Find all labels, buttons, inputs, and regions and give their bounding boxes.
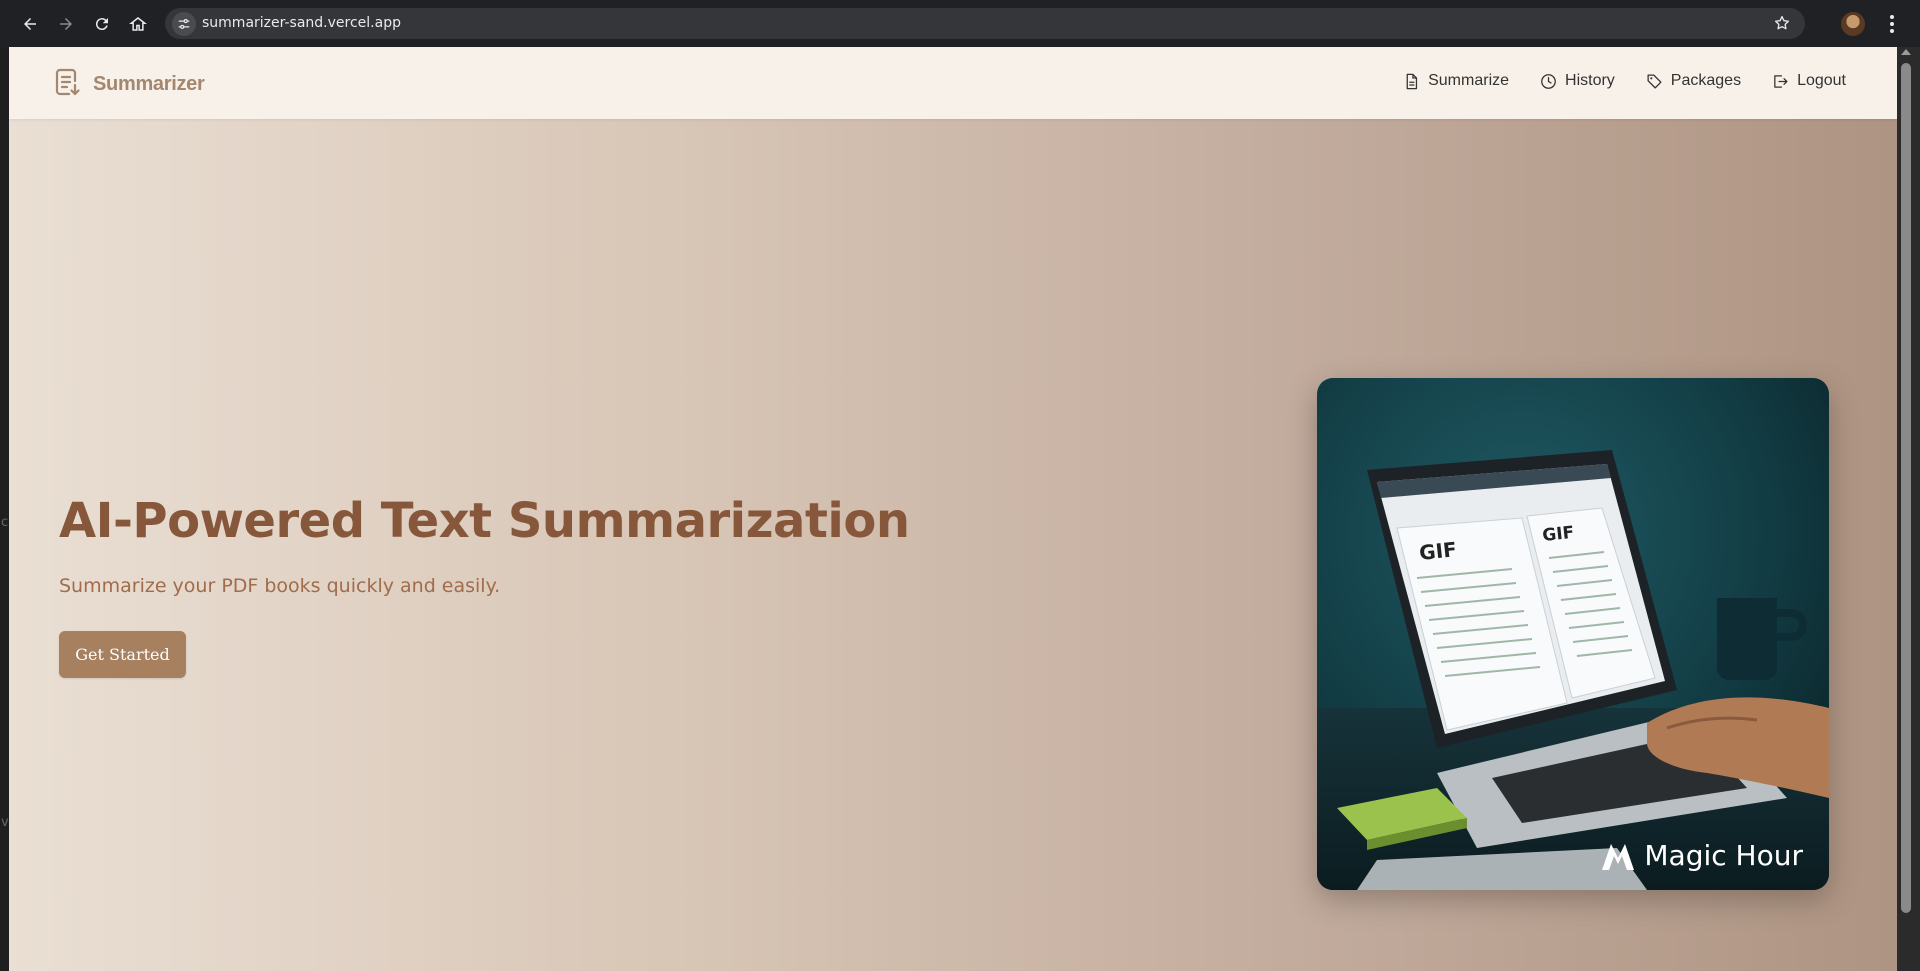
nav-packages-label: Packages (1670, 72, 1742, 89)
edge-char: v (1, 815, 9, 830)
address-bar[interactable]: summarizer-sand.vercel.app (165, 8, 1805, 39)
laptop-illustration: GIF GIF (1317, 378, 1829, 890)
screen-label: GIF (1418, 537, 1458, 565)
nav-summarize[interactable]: Summarize (1403, 72, 1509, 90)
site-info-icon[interactable] (172, 12, 196, 36)
browser-toolbar: summarizer-sand.vercel.app (0, 0, 1920, 47)
hero-section: AI-Powered Text Summarization Summarize … (9, 119, 1897, 971)
watermark-text: Magic Hour (1644, 839, 1803, 872)
page-scrollbar[interactable] (1897, 47, 1920, 971)
nav-packages[interactable]: Packages (1646, 72, 1741, 90)
document-download-icon (53, 67, 83, 102)
magic-hour-logo-icon (1602, 843, 1635, 870)
back-button[interactable] (15, 9, 45, 39)
forward-button[interactable] (51, 9, 81, 39)
tag-icon (1647, 73, 1662, 89)
brand-name: Summarizer (93, 73, 205, 95)
reload-icon (95, 18, 108, 31)
hero-title: AI-Powered Text Summarization (59, 493, 910, 549)
back-icon (24, 18, 36, 30)
bookmark-star-icon[interactable] (1773, 14, 1791, 32)
logout-icon (1774, 74, 1788, 88)
nav-links: Summarize History Packages Logout (1403, 72, 1846, 90)
hero-subtitle: Summarize your PDF books quickly and eas… (59, 575, 501, 597)
navbar: Summarizer Summarize History Packages Lo… (9, 47, 1897, 119)
get-started-button[interactable]: Get Started (59, 631, 186, 678)
clock-icon (1541, 73, 1556, 89)
url-text[interactable]: summarizer-sand.vercel.app (202, 15, 401, 31)
edge-char: c (1, 515, 9, 530)
document-icon (1406, 73, 1418, 89)
forward-icon (60, 18, 72, 30)
menu-kebab-icon[interactable] (1880, 12, 1904, 36)
nav-history-label: History (1565, 72, 1615, 89)
hero-illustration: GIF GIF Magic Hour (1317, 378, 1829, 890)
nav-logout[interactable]: Logout (1772, 72, 1846, 90)
page-viewport: Summarizer Summarize History Packages Lo… (9, 47, 1897, 971)
watermark: Magic Hour (1600, 839, 1803, 872)
scroll-thumb[interactable] (1901, 63, 1911, 913)
left-edge-strip: c v (0, 47, 9, 971)
brand-logo[interactable]: Summarizer (53, 67, 205, 102)
scroll-up-arrow-icon[interactable] (1901, 49, 1911, 55)
reload-button[interactable] (87, 9, 117, 39)
home-button[interactable] (123, 9, 153, 39)
home-icon (129, 17, 147, 31)
screen-label: GIF (1541, 523, 1575, 546)
nav-history[interactable]: History (1540, 72, 1615, 90)
nav-logout-label: Logout (1797, 72, 1846, 89)
nav-summarize-label: Summarize (1428, 72, 1510, 89)
profile-avatar[interactable] (1841, 12, 1865, 36)
